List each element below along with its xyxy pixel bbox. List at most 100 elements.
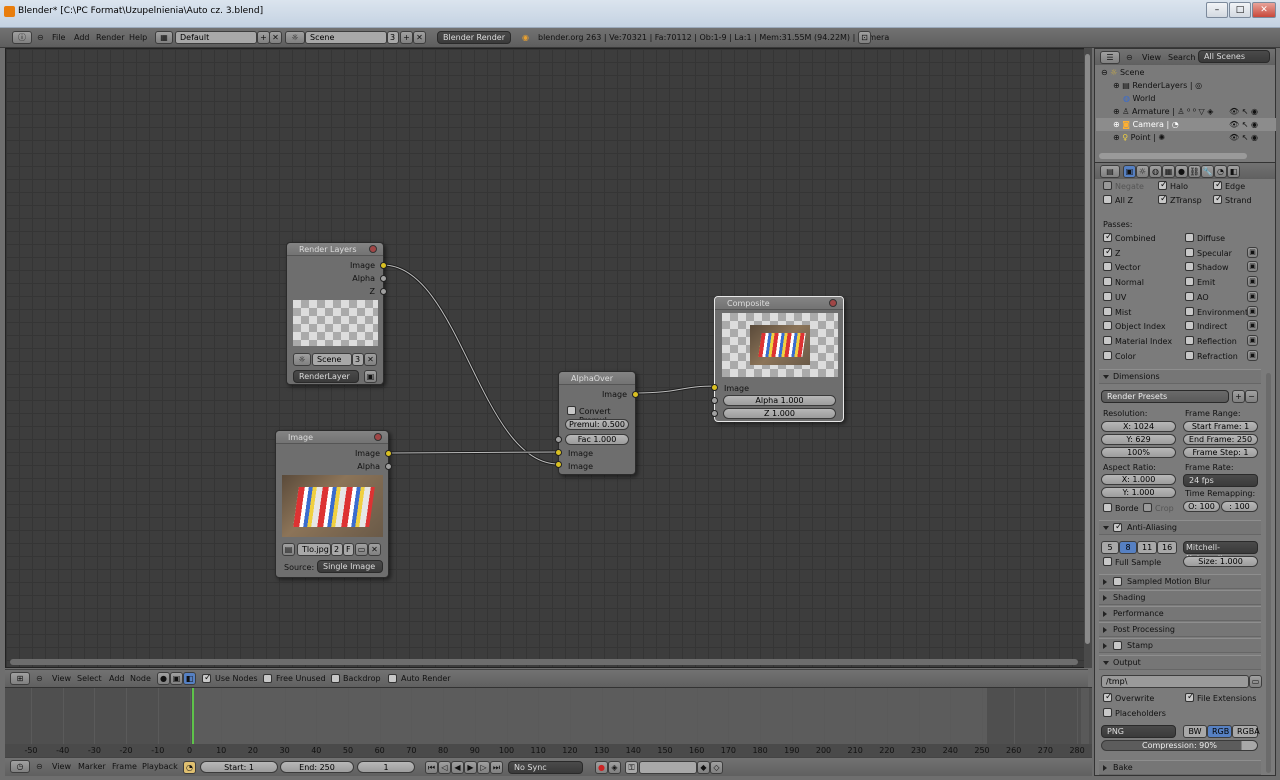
- current-frame-field[interactable]: 1: [357, 761, 415, 773]
- timeline-menu-playback[interactable]: Playback: [142, 762, 178, 771]
- output-panel-header[interactable]: Output: [1099, 655, 1261, 670]
- jump-start-icon[interactable]: ⏮: [425, 761, 438, 774]
- fac-slider[interactable]: Fac 1.000: [565, 434, 629, 445]
- scene-expand-icon[interactable]: ⊖: [1101, 68, 1108, 77]
- pass-checkbox[interactable]: [1103, 335, 1112, 345]
- strand-checkbox[interactable]: [1213, 195, 1223, 204]
- render-layer-select[interactable]: RenderLayer: [293, 370, 359, 383]
- timeline-scrollbar[interactable]: [1081, 688, 1089, 744]
- properties-scrollbar[interactable]: [1266, 373, 1271, 773]
- modifiers-context-icon[interactable]: 🔧: [1201, 165, 1214, 178]
- outliner-item-armature[interactable]: ⊕ ♙ Armature | ♙ ⁰ ⁰ ▽ ◈: [1113, 107, 1213, 116]
- file-format-select[interactable]: PNG: [1101, 725, 1176, 738]
- resolution-percent-field[interactable]: 100%: [1101, 447, 1176, 458]
- timeline-collapse-menu-icon[interactable]: ⊖: [36, 762, 43, 771]
- pass-checkbox[interactable]: [1185, 291, 1194, 301]
- keying-set-field[interactable]: [639, 761, 697, 774]
- remap-old-field[interactable]: O: 100: [1183, 501, 1220, 512]
- material-context-icon[interactable]: ●: [1175, 165, 1188, 178]
- renderlayers-expand-icon[interactable]: ⊕: [1113, 81, 1120, 90]
- compositing-nodes-icon[interactable]: ▣: [170, 672, 183, 685]
- outliner-collapse-menu-icon[interactable]: ⊖: [1126, 53, 1133, 62]
- pass-exclude-icon[interactable]: ▣: [1247, 334, 1258, 346]
- outliner-menu-view[interactable]: View: [1142, 53, 1161, 62]
- add-preset-icon[interactable]: +: [1232, 390, 1245, 403]
- panel-enable-checkbox[interactable]: [1113, 641, 1122, 650]
- image-node-header[interactable]: Image: [276, 431, 388, 444]
- aspect-y-field[interactable]: Y: 1.000: [1101, 487, 1176, 498]
- aa-filter-select[interactable]: Mitchell-Netravali: [1183, 541, 1258, 563]
- start-frame-field[interactable]: Start: 1: [200, 761, 278, 773]
- outliner-menu-search[interactable]: Search: [1168, 53, 1195, 62]
- alphaover-input1-socket[interactable]: [555, 449, 562, 456]
- panel-header[interactable]: Stamp: [1099, 638, 1261, 653]
- pass-checkbox[interactable]: [1185, 277, 1194, 287]
- outliner-item-renderlayers[interactable]: ⊕ ▤ RenderLayers | ◎: [1113, 81, 1202, 90]
- node-collapse-menu-icon[interactable]: ⊖: [36, 674, 43, 683]
- object-context-icon[interactable]: ▦: [1162, 165, 1175, 178]
- node-menu-add[interactable]: Add: [109, 674, 125, 683]
- pass-exclude-icon[interactable]: ▣: [1247, 320, 1258, 332]
- pass-checkbox[interactable]: [1103, 262, 1112, 272]
- image-node[interactable]: Image Image Alpha ▤ Tlo.jpg 2 F ▭ ✕ Sour…: [275, 430, 392, 578]
- preview-range-icon[interactable]: ◔: [183, 761, 196, 774]
- composite-node-header[interactable]: Composite: [715, 297, 843, 310]
- play-reverse-icon[interactable]: ◀: [451, 761, 464, 774]
- bake-panel-header[interactable]: Bake: [1099, 760, 1261, 775]
- remove-preset-icon[interactable]: −: [1245, 390, 1258, 403]
- sync-mode-select[interactable]: No Sync: [508, 761, 583, 774]
- node-scene-field[interactable]: Scene: [312, 353, 352, 366]
- play-icon[interactable]: ▶: [464, 761, 477, 774]
- render-context-icon[interactable]: ▣: [1123, 165, 1136, 178]
- full-sample-checkbox[interactable]: [1103, 557, 1112, 566]
- panel-header[interactable]: Post Processing: [1099, 622, 1261, 637]
- premul-slider[interactable]: Premul: 0.500: [565, 419, 629, 430]
- pass-checkbox[interactable]: [1185, 321, 1194, 331]
- composite-z-socket[interactable]: [711, 410, 718, 417]
- editor-type-timeline-icon[interactable]: ◷: [10, 760, 30, 773]
- color-mode-rgba[interactable]: RGBA: [1232, 725, 1260, 738]
- aa-samples-11[interactable]: 11: [1137, 541, 1157, 554]
- composite-preview-toggle-icon[interactable]: [829, 299, 837, 307]
- free-unused-checkbox[interactable]: [263, 674, 272, 683]
- ztransp-checkbox[interactable]: [1158, 195, 1168, 204]
- image-browse-icon[interactable]: ▤: [282, 543, 295, 556]
- timeline-menu-marker[interactable]: Marker: [78, 762, 106, 771]
- outliner-item-point[interactable]: ⊕ ♀ Point | ✺: [1113, 133, 1165, 142]
- pass-checkbox[interactable]: [1185, 247, 1194, 257]
- crop-checkbox[interactable]: [1143, 503, 1152, 512]
- point-restrict-icons[interactable]: 👁 ↖ ◉: [1229, 133, 1258, 142]
- pass-checkbox[interactable]: [1103, 321, 1112, 331]
- insert-keyframe-icon[interactable]: ◆: [697, 761, 710, 774]
- outliner-item-world[interactable]: ◍ World: [1123, 94, 1155, 103]
- data-context-icon[interactable]: ◔: [1214, 165, 1227, 178]
- current-frame-marker[interactable]: [192, 688, 194, 750]
- pass-checkbox[interactable]: [1103, 247, 1113, 257]
- negate-checkbox[interactable]: [1103, 181, 1112, 190]
- edge-checkbox[interactable]: [1213, 181, 1223, 190]
- image-file-field[interactable]: Tlo.jpg: [297, 543, 331, 556]
- render-layers-node[interactable]: Render Layers Image Alpha Z ☼ Scene 3 ✕ …: [286, 242, 387, 385]
- overwrite-checkbox[interactable]: [1103, 693, 1113, 702]
- outliner-hscrollbar[interactable]: [1099, 153, 1247, 159]
- output-z-socket[interactable]: [380, 288, 387, 295]
- timeline-area[interactable]: -50 -40 -30 -20 -10 0 10 20 30 40 50 60 70 80 90 100 110…: [5, 687, 1092, 758]
- record-icon[interactable]: ●: [595, 761, 608, 774]
- composite-node[interactable]: Composite Image Alpha 1.000 Z 1.000: [711, 296, 844, 422]
- render-layer-render-icon[interactable]: ▣: [364, 370, 377, 383]
- pass-checkbox[interactable]: [1103, 306, 1112, 316]
- node-preview-toggle-icon[interactable]: [369, 245, 377, 253]
- alphaover-node-header[interactable]: AlphaOver: [559, 372, 635, 385]
- backdrop-checkbox[interactable]: [331, 674, 340, 683]
- halo-checkbox[interactable]: [1158, 181, 1168, 190]
- pass-exclude-icon[interactable]: ▣: [1247, 349, 1258, 361]
- panel-header[interactable]: Sampled Motion Blur: [1099, 574, 1261, 589]
- fac-input-socket[interactable]: [555, 436, 562, 443]
- output-path-field[interactable]: /tmp\: [1101, 675, 1249, 688]
- panel-header[interactable]: Performance: [1099, 606, 1261, 621]
- composite-z-slider[interactable]: Z 1.000: [723, 408, 836, 419]
- start-frame-prop[interactable]: Start Frame: 1: [1183, 421, 1258, 432]
- antialiasing-checkbox[interactable]: [1113, 523, 1123, 532]
- resolution-y-field[interactable]: Y: 629: [1101, 434, 1176, 445]
- keying-icon[interactable]: ◈: [608, 761, 621, 774]
